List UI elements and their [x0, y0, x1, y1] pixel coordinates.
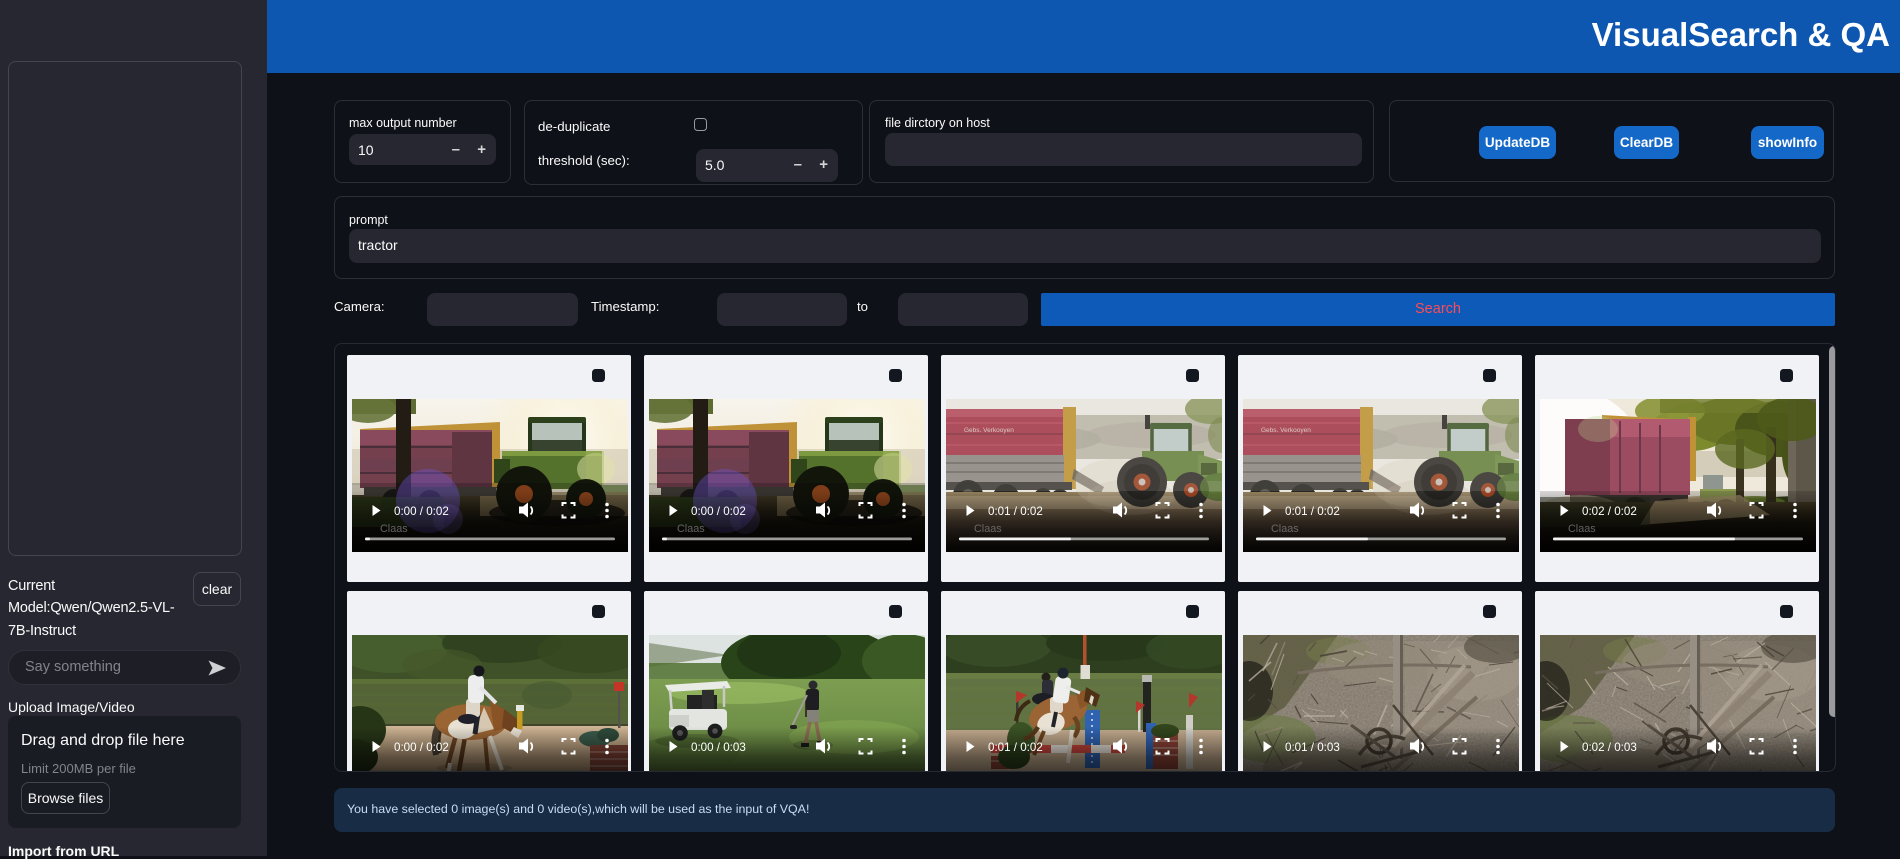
svg-text:0:00 / 0:02: 0:00 / 0:02: [394, 505, 449, 518]
svg-text:0:02 / 0:02: 0:02 / 0:02: [1582, 505, 1637, 518]
svg-text:Claas: Claas: [677, 523, 705, 535]
svg-text:0:01 / 0:02: 0:01 / 0:02: [988, 741, 1043, 754]
svg-text:0:01 / 0:02: 0:01 / 0:02: [988, 505, 1043, 518]
svg-text:0:00 / 0:03: 0:00 / 0:03: [691, 741, 746, 754]
svg-text:0:00 / 0:02: 0:00 / 0:02: [691, 505, 746, 518]
svg-text:0:01 / 0:02: 0:01 / 0:02: [1285, 505, 1340, 518]
svg-text:Claas: Claas: [1568, 523, 1596, 535]
svg-text:Claas: Claas: [1271, 523, 1299, 535]
svg-text:0:00 / 0:02: 0:00 / 0:02: [394, 741, 449, 754]
svg-text:0:01 / 0:03: 0:01 / 0:03: [1285, 741, 1340, 754]
svg-text:0:02 / 0:03: 0:02 / 0:03: [1582, 741, 1637, 754]
svg-text:Claas: Claas: [380, 523, 408, 535]
svg-text:Claas: Claas: [974, 523, 1002, 535]
